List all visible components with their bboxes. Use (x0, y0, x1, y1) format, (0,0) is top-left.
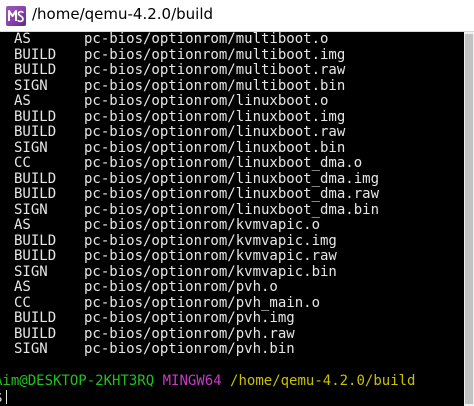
build-path: pc-bios/optionrom/linuxboot_dma.img (84, 170, 380, 187)
build-line: AS pc-bios/optionrom/kvmvapic.o (14, 217, 379, 234)
build-tool: BUILD (14, 186, 57, 202)
build-path: pc-bios/optionrom/linuxboot_dma.o (84, 155, 363, 171)
build-path: pc-bios/optionrom/kvmvapic.img (84, 232, 337, 249)
build-path: pc-bios/optionrom/kvmvapic.bin (84, 263, 337, 280)
build-path: pc-bios/optionrom/multiboot.img (84, 46, 346, 63)
build-tool: SIGN (14, 201, 48, 218)
build-tool: BUILD (14, 232, 57, 249)
build-path: pc-bios/optionrom/kvmvapic.o (84, 217, 321, 233)
build-path: pc-bios/optionrom/pvh_main.o (84, 294, 321, 311)
build-path: pc-bios/optionrom/linuxboot.raw (84, 124, 346, 140)
build-line: SIGN pc-bios/optionrom/pvh.bin (14, 341, 379, 358)
build-line: BUILD pc-bios/optionrom/pvh.raw (14, 325, 379, 343)
build-path: pc-bios/optionrom/pvh.bin (84, 341, 295, 357)
build-tool: BUILD (14, 325, 57, 342)
vertical-scrollbar[interactable] (464, 32, 474, 406)
build-line: BUILD pc-bios/optionrom/linuxboot.raw (14, 124, 379, 141)
command-input-line[interactable]: $ (0, 390, 8, 406)
text-cursor (6, 390, 8, 404)
build-path: pc-bios/optionrom/pvh.img (84, 310, 295, 326)
build-tool: AS (14, 31, 31, 47)
build-tool: BUILD (14, 108, 57, 125)
build-tool: BUILD (14, 310, 57, 326)
prompt-system: MINGW64 (162, 373, 222, 389)
build-line: BUILD pc-bios/optionrom/multiboot.img (14, 46, 379, 64)
build-tool: SIGN (14, 263, 48, 280)
build-tool: BUILD (14, 248, 57, 264)
build-path: pc-bios/optionrom/pvh.raw (84, 325, 295, 342)
build-tool: BUILD (14, 46, 57, 63)
build-path: pc-bios/optionrom/multiboot.raw (84, 62, 346, 78)
terminal-window: /home/qemu-4.2.0/build AS pc-bios/optionr… (0, 0, 474, 406)
build-tool: BUILD (14, 170, 57, 187)
build-tool: AS (14, 279, 31, 295)
build-path: pc-bios/optionrom/multiboot.bin (84, 77, 346, 94)
build-tool: CC (14, 294, 31, 311)
build-tool: CC (14, 155, 31, 171)
build-line: BUILD pc-bios/optionrom/linuxboot_dma.raw (14, 186, 380, 203)
build-line: BUILD pc-bios/optionrom/linuxboot_dma.img (14, 170, 380, 188)
build-path: pc-bios/optionrom/kvmvapic.raw (84, 248, 337, 264)
msys2-icon (6, 6, 26, 26)
build-line: BUILD pc-bios/optionrom/multiboot.raw (14, 62, 379, 79)
title-bar[interactable]: /home/qemu-4.2.0/build (0, 0, 474, 32)
build-line: BUILD pc-bios/optionrom/linuxboot.img (14, 108, 379, 126)
prompt-symbol: $ (0, 390, 2, 406)
build-line: BUILD pc-bios/optionrom/kvmvapic.raw (14, 248, 379, 265)
build-line: SIGN pc-bios/optionrom/kvmvapic.bin (14, 263, 379, 281)
build-tool: SIGN (14, 77, 48, 94)
prompt-user-host: Aim@DESKTOP-2KHT3RQ (0, 373, 155, 389)
build-path: pc-bios/optionrom/linuxboot_dma.raw (84, 186, 380, 202)
shell-prompt: Aim@DESKTOP-2KHT3RQ MINGW64 /home/qemu-4… (0, 373, 416, 390)
build-tool: AS (14, 93, 31, 109)
prompt-cwd: /home/qemu-4.2.0/build (230, 373, 416, 389)
build-line: CC pc-bios/optionrom/pvh_main.o (14, 294, 379, 312)
build-tool: SIGN (14, 139, 48, 156)
build-line: SIGN pc-bios/optionrom/linuxboot.bin (14, 139, 379, 157)
build-tool: BUILD (14, 62, 57, 78)
build-tool: SIGN (14, 341, 48, 357)
window-title: /home/qemu-4.2.0/build (32, 5, 214, 23)
build-line: BUILD pc-bios/optionrom/kvmvapic.img (14, 232, 379, 250)
build-path: pc-bios/optionrom/multiboot.o (84, 31, 329, 47)
terminal-output[interactable]: AS pc-bios/optionrom/multiboot.o BUILD pc-… (0, 31, 464, 406)
build-line: AS pc-bios/optionrom/pvh.o (14, 279, 379, 296)
build-path: pc-bios/optionrom/pvh.o (84, 279, 278, 295)
build-line: AS pc-bios/optionrom/multiboot.o (14, 31, 379, 48)
build-path: pc-bios/optionrom/linuxboot.o (84, 93, 329, 109)
build-path: pc-bios/optionrom/linuxboot.bin (84, 139, 346, 156)
build-path: pc-bios/optionrom/linuxboot.img (84, 108, 346, 125)
build-line: AS pc-bios/optionrom/linuxboot.o (14, 93, 379, 110)
build-line: CC pc-bios/optionrom/linuxboot_dma.o (14, 155, 379, 172)
build-output: AS pc-bios/optionrom/multiboot.o BUILD pc-… (14, 31, 380, 358)
build-tool: AS (14, 217, 31, 233)
scrollbar-thumb[interactable] (465, 34, 473, 404)
build-line: SIGN pc-bios/optionrom/linuxboot_dma.bin (14, 201, 380, 219)
build-line: BUILD pc-bios/optionrom/pvh.img (14, 310, 379, 327)
build-line: SIGN pc-bios/optionrom/multiboot.bin (14, 77, 379, 95)
build-tool: BUILD (14, 124, 57, 140)
build-path: pc-bios/optionrom/linuxboot_dma.bin (84, 201, 380, 218)
